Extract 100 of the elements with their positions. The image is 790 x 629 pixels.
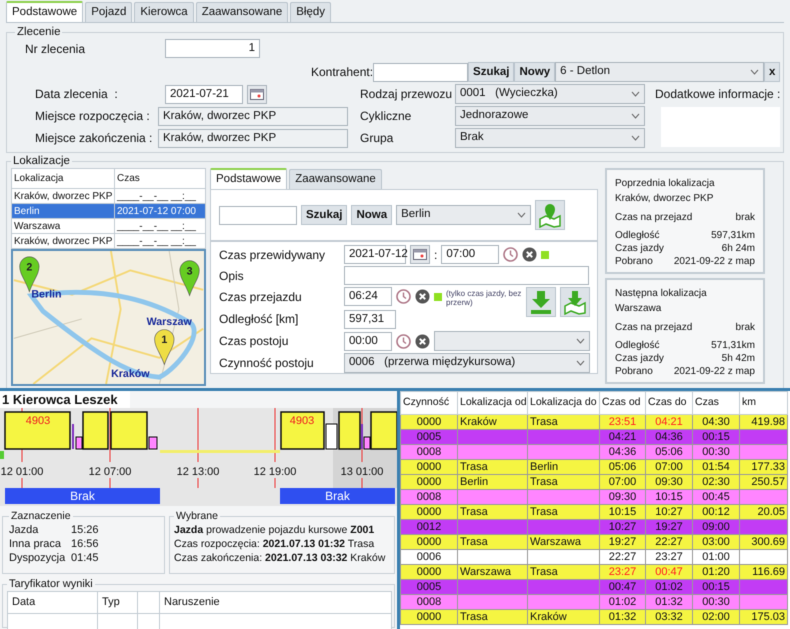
tab[interactable]: Pojazd bbox=[85, 2, 132, 22]
info-label: Czas jazdy bbox=[615, 353, 664, 365]
table-row[interactable]: 0008 04:36 05:06 00:30 bbox=[400, 444, 788, 460]
field-label: Miejsce zakończenia : bbox=[34, 130, 154, 146]
field-label: Odległość [km] bbox=[219, 311, 300, 328]
panel-title: Poprzednia lokalizacja bbox=[615, 178, 716, 190]
map-pin-icon[interactable]: 3 bbox=[180, 260, 200, 296]
block-label: 4903 bbox=[26, 415, 50, 427]
field-label: Rodzaj przewozu bbox=[360, 86, 454, 102]
table-row[interactable]: 0005 00:47 01:02 00:15 bbox=[400, 580, 788, 594]
tab[interactable]: Kierowca bbox=[134, 2, 194, 22]
input-field[interactable]: Kraków, dworzec PKP bbox=[158, 106, 348, 126]
clock-icon[interactable] bbox=[396, 334, 411, 348]
info-value: 597,31km bbox=[711, 230, 755, 242]
info-label: Pobrano bbox=[615, 256, 653, 268]
download-button[interactable] bbox=[526, 287, 556, 317]
column-header: km bbox=[740, 392, 788, 414]
map-pin-icon bbox=[538, 202, 562, 228]
dropdown[interactable]: 0001 (Wycieczka) bbox=[455, 84, 645, 104]
time-field[interactable]: 06:24 bbox=[344, 287, 392, 306]
field-label: Czas postoju bbox=[219, 333, 290, 350]
location-name: Warszawa bbox=[615, 303, 662, 315]
input-field[interactable] bbox=[344, 266, 589, 285]
column-header: Data bbox=[8, 592, 98, 614]
caret-icon bbox=[576, 360, 585, 366]
tab[interactable]: Zaawansowane bbox=[196, 2, 288, 22]
table-row[interactable]: 0000 Kraków Trasa 23:51 04:21 04:30 419.98 bbox=[400, 414, 788, 430]
tab[interactable]: Zaawansowane bbox=[289, 169, 382, 189]
clock-icon[interactable] bbox=[503, 247, 518, 262]
table-row[interactable]: 0000 Trasa Trasa 10:15 10:27 00:12 20.05 bbox=[400, 504, 788, 520]
time-field[interactable]: 00:00 bbox=[344, 332, 392, 350]
tab[interactable]: Błędy bbox=[290, 2, 332, 22]
tab[interactable]: Podstawowe bbox=[6, 1, 84, 22]
column-header: Czas od bbox=[600, 392, 646, 414]
clear-icon[interactable] bbox=[415, 334, 430, 348]
table-row[interactable]: 0000 Trasa Berlin 05:06 07:00 01:54 177.33 bbox=[400, 460, 788, 474]
map-pin-icon[interactable]: 1 bbox=[154, 329, 174, 365]
input-field[interactable] bbox=[373, 62, 468, 82]
table-row[interactable]: 0000 Warszawa Trasa 23:27 00:47 01:20 116.69 bbox=[400, 564, 788, 580]
dropdown[interactable]: 0006 (przerwa międzykursowa) bbox=[344, 353, 590, 373]
map-pin-button[interactable] bbox=[535, 200, 566, 230]
column-header: Czas bbox=[114, 168, 206, 188]
table-row[interactable]: 0000 Trasa Kraków 01:32 03:32 02:00 175.03 bbox=[400, 610, 788, 624]
dropdown[interactable]: Berlin bbox=[396, 205, 532, 225]
download-button[interactable] bbox=[560, 287, 590, 317]
caret-icon bbox=[631, 91, 640, 97]
info-text: Jazda prowadzenie pojazdu kursowe Z001 bbox=[174, 523, 376, 537]
info-value: 16:56 bbox=[71, 537, 99, 551]
field-label: Czas przejazdu bbox=[219, 289, 303, 306]
map-label: Kraków bbox=[111, 368, 150, 380]
search-button[interactable]: Szukaj bbox=[468, 62, 514, 82]
group-title: Lokalizacje bbox=[12, 155, 71, 168]
table-row[interactable]: 0005 04:21 04:36 00:15 bbox=[400, 430, 788, 444]
clear-button[interactable]: x bbox=[764, 62, 780, 82]
info-label: Odległość bbox=[615, 340, 660, 352]
tab[interactable]: Podstawowe bbox=[210, 168, 288, 189]
new-button[interactable]: Nowa bbox=[351, 205, 392, 225]
search-button[interactable]: Szukaj bbox=[301, 205, 348, 225]
timeline-title: 1 Kierowca Leszek bbox=[0, 391, 130, 408]
clear-icon[interactable] bbox=[415, 289, 430, 304]
info-value: 6h 24m bbox=[722, 243, 755, 255]
field-label: Opis bbox=[219, 268, 245, 284]
table-row[interactable]: 0000 Trasa Warszawa 19:27 22:27 03:00 300.69 bbox=[400, 534, 788, 550]
table-row[interactable]: 0008 09:30 10:15 00:45 bbox=[400, 490, 788, 504]
calendar-button[interactable] bbox=[247, 84, 267, 104]
table-row[interactable]: 0006 22:27 23:27 01:00 bbox=[400, 550, 788, 564]
date-field[interactable]: 2021-07-21 bbox=[165, 84, 243, 104]
column-header: Naruszenie bbox=[160, 592, 392, 614]
input-field[interactable]: Kraków, dworzec PKP bbox=[158, 128, 348, 148]
table-row[interactable]: 0008 01:02 01:32 00:30 bbox=[400, 594, 788, 610]
calendar-button[interactable] bbox=[410, 245, 430, 264]
clock-icon[interactable] bbox=[396, 289, 411, 304]
info-value: 5h 42m bbox=[722, 353, 755, 365]
info-value: 2021-09-22 z map bbox=[674, 366, 755, 378]
dropdown[interactable]: Brak bbox=[455, 128, 645, 148]
time-tick-label: 12 13:00 bbox=[176, 466, 220, 478]
clear-icon[interactable] bbox=[522, 247, 538, 262]
time-tick-label: 12 19:00 bbox=[254, 466, 296, 478]
time-field[interactable]: 07:00 bbox=[441, 245, 500, 264]
location-name: Kraków, dworzec PKP bbox=[615, 193, 714, 205]
input-field[interactable]: 1 bbox=[165, 39, 260, 58]
dropdown[interactable]: 6 - Detlon bbox=[555, 62, 764, 82]
group-title: Wybrane bbox=[175, 510, 219, 523]
table-row[interactable]: 0012 10:27 19:27 09:00 bbox=[400, 520, 788, 534]
timeline-drawing[interactable] bbox=[0, 411, 397, 459]
search-field[interactable] bbox=[219, 206, 297, 224]
column-header: Lokalizacja od bbox=[458, 392, 528, 414]
availability-bar: Brak bbox=[5, 488, 160, 504]
info-value: brak bbox=[736, 212, 755, 224]
input-field[interactable]: 597,31 bbox=[344, 310, 396, 329]
new-button[interactable]: Nowy bbox=[514, 62, 556, 82]
info-text: Czas rozpoczęcia: 2021.07.13 01:32 Trasa bbox=[174, 537, 376, 551]
column-header: Czynność bbox=[400, 392, 458, 414]
table-row[interactable]: 0000 Berlin Trasa 07:00 09:30 02:30 250.57 bbox=[400, 474, 788, 490]
dropdown[interactable]: Jednorazowe bbox=[455, 106, 645, 126]
group-title: Taryfikator wyniki bbox=[8, 578, 94, 591]
info-value: 01:45 bbox=[71, 551, 99, 565]
field-label: Kontrahent: bbox=[311, 64, 374, 80]
field-label: Data zlecenia : bbox=[34, 86, 119, 102]
date-field[interactable]: 2021-07-12 bbox=[344, 245, 406, 264]
